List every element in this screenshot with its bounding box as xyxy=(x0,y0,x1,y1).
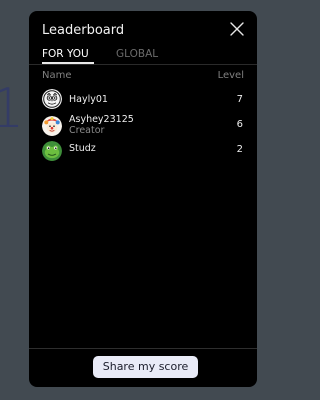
player-level: 7 xyxy=(236,94,243,105)
close-button[interactable] xyxy=(229,21,245,37)
column-header-name: Name xyxy=(42,70,72,81)
player-role: Creator xyxy=(69,125,105,136)
player-level: 6 xyxy=(236,119,243,130)
leaderboard-modal: Leaderboard FOR YOU GLOBAL Name Level Ha… xyxy=(29,11,257,387)
player-level: 2 xyxy=(236,144,243,155)
tab-global[interactable]: GLOBAL xyxy=(116,47,158,61)
tabs-divider xyxy=(29,64,257,65)
clown-avatar xyxy=(42,116,62,136)
share-score-button[interactable]: Share my score xyxy=(93,356,198,378)
leaderboard-row[interactable]: Asyhey23125 Creator 6 xyxy=(29,114,257,138)
owl-avatar xyxy=(42,89,62,109)
player-name: Hayly01 xyxy=(69,94,108,105)
player-name: Studz xyxy=(69,143,96,154)
leaderboard-row[interactable]: Hayly01 7 xyxy=(29,89,257,113)
close-icon xyxy=(230,22,244,36)
background-digit: 1 xyxy=(0,77,25,140)
frog-avatar xyxy=(42,141,62,161)
footer-divider xyxy=(29,348,257,349)
tab-for-you[interactable]: FOR YOU xyxy=(42,47,89,61)
column-header-level: Level xyxy=(217,70,244,81)
modal-title: Leaderboard xyxy=(42,23,125,38)
leaderboard-row[interactable]: Studz 2 xyxy=(29,140,257,164)
